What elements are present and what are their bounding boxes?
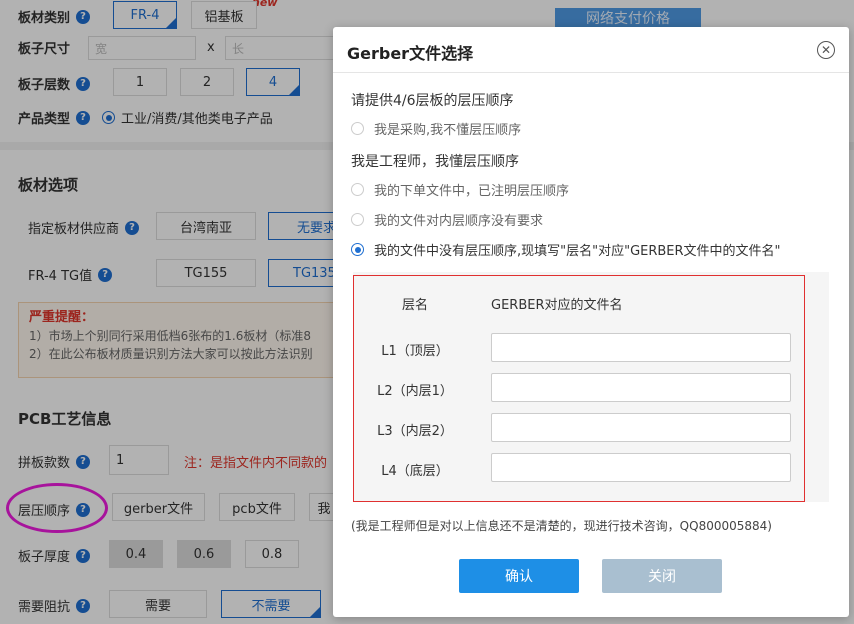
close-icon[interactable]: ✕ (817, 41, 835, 59)
engineer-option-label: 我的下单文件中，已注明层压顺序 (374, 184, 570, 199)
radio-icon (351, 213, 364, 226)
buyer-option[interactable]: 我是采购,我不懂层压顺序 (351, 119, 521, 138)
gerber-dialog: Gerber文件选择 ✕ 请提供4/6层板的层压顺序 我是采购,我不懂层压顺序 … (333, 27, 849, 617)
layer-label-l2: L2（内层1） (377, 384, 453, 399)
engineer-option-annotated[interactable]: 我的下单文件中，已注明层压顺序 (351, 180, 569, 199)
stackup-prompt: 请提供4/6层板的层压顺序 (351, 93, 514, 109)
close-button[interactable]: 关闭 (602, 559, 722, 593)
engineer-option-label: 我的文件中没有层压顺序,现填写"层名"对应"GERBER文件中的文件名" (374, 244, 781, 259)
layer-label-l3: L3（内层2） (377, 424, 453, 439)
layer-label-l1: L1（顶层） (381, 344, 449, 359)
layer-input-l2[interactable] (491, 373, 791, 402)
layer-input-l1[interactable] (491, 333, 791, 362)
layer-table: 层名 GERBER对应的文件名 L1（顶层） L2（内层1） L3（内层2） L… (353, 275, 805, 502)
radio-icon (351, 183, 364, 196)
radio-icon (351, 122, 364, 135)
layer-input-l4[interactable] (491, 453, 791, 482)
header-layer: 层名 (402, 298, 429, 313)
dialog-header: Gerber文件选择 ✕ (333, 27, 849, 73)
layer-label-l4: L4（底层） (381, 464, 449, 479)
engineer-option-label: 我的文件对内层顺序没有要求 (374, 214, 544, 229)
layer-table-panel: 层名 GERBER对应的文件名 L1（顶层） L2（内层1） L3（内层2） L… (353, 272, 829, 502)
header-file: GERBER对应的文件名 (491, 298, 623, 313)
consult-note: (我是工程师但是对以上信息还不是清楚的，现进行技术咨询，QQ800005884) (351, 519, 772, 533)
radio-selected-icon (351, 243, 364, 256)
layer-input-l3[interactable] (491, 413, 791, 442)
dialog-title: Gerber文件选择 (347, 44, 474, 63)
engineer-heading: 我是工程师，我懂层压顺序 (351, 154, 519, 170)
confirm-button[interactable]: 确认 (459, 559, 579, 593)
engineer-option-fill-in[interactable]: 我的文件中没有层压顺序,现填写"层名"对应"GERBER文件中的文件名" (351, 240, 781, 259)
buyer-option-label: 我是采购,我不懂层压顺序 (374, 123, 522, 138)
engineer-option-no-requirement[interactable]: 我的文件对内层顺序没有要求 (351, 210, 543, 229)
